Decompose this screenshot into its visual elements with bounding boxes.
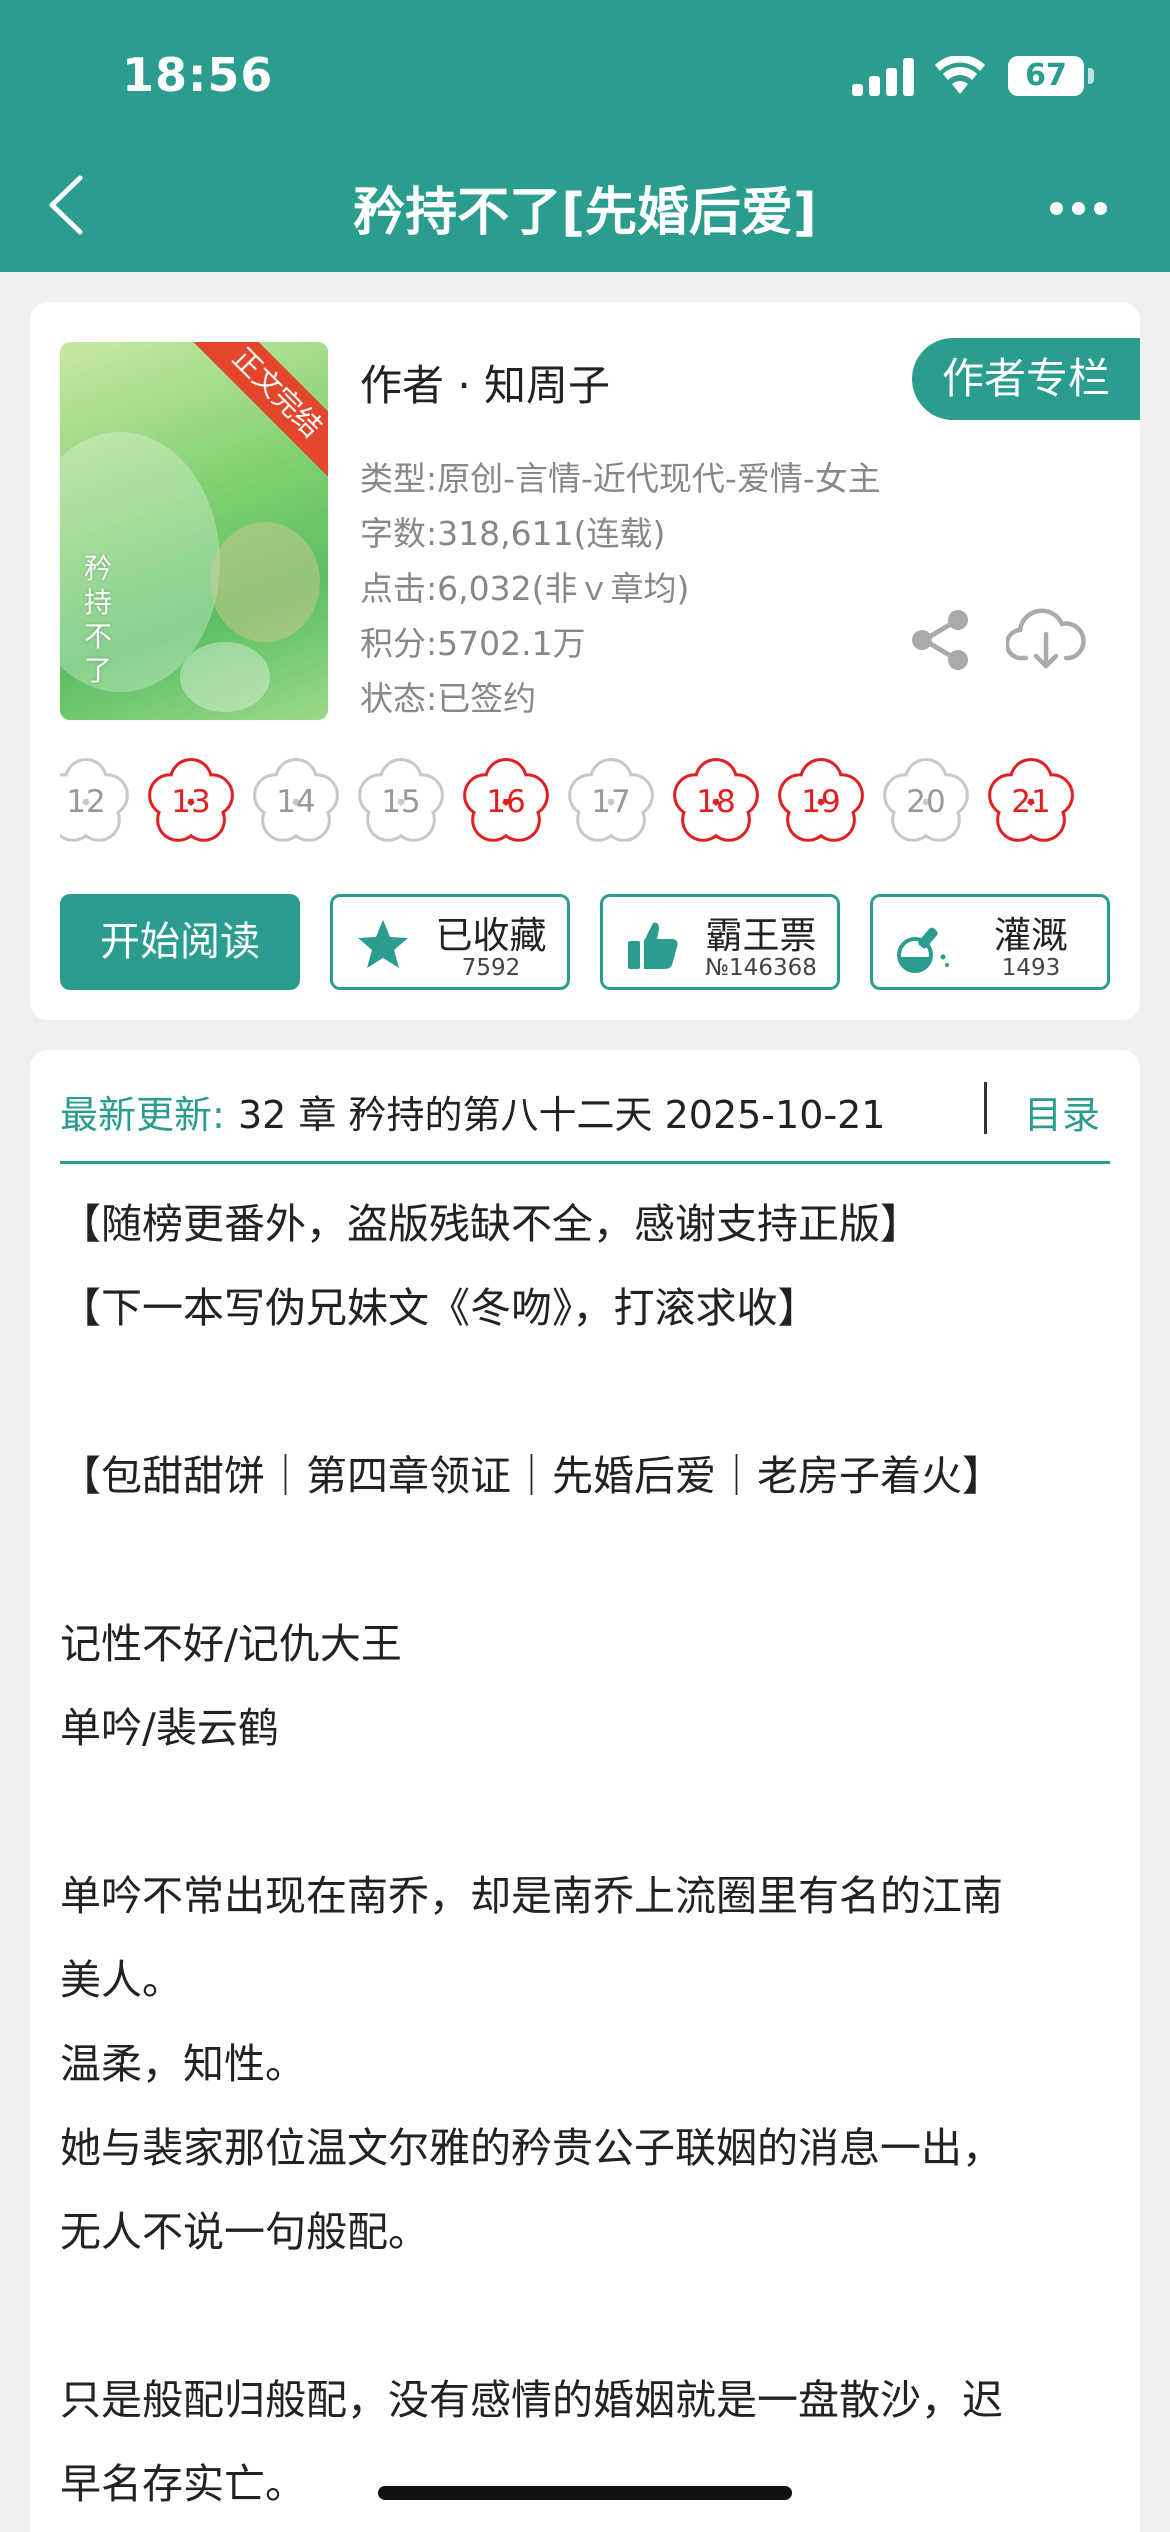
start-reading-button[interactable]: 开始阅读 [60,894,300,990]
flower-13[interactable]: 13 [145,756,237,848]
flower-number: 15 [381,784,421,820]
status-time: 18:56 [122,48,274,102]
flower-15[interactable]: 15 [355,756,447,848]
flower-number: 12 [66,784,106,820]
intro-line: 记性不好/记仇大王 [60,1620,402,1668]
book-cover[interactable]: 正文完结 矜持不了 [60,342,328,720]
flower-number: 14 [276,784,316,820]
cellular-signal-icon [852,58,916,96]
flower-number: 13 [171,784,211,820]
intro-line: 温柔，知性。 [60,2040,306,2088]
meta-word-count: 字数:318,611(连载) [360,514,666,553]
collect-label: 已收藏 [435,914,547,957]
vote-count: №146368 [705,955,817,981]
back-icon[interactable] [40,170,100,240]
flower-number: 18 [696,784,736,820]
author-name[interactable]: 作者 · 知周子 [360,352,610,413]
flower-number: 16 [486,784,526,820]
intro-line: 单吟不常出现在南乔，却是南乔上流圈里有名的江南 [60,1872,1003,1920]
table-of-contents-link[interactable]: 目录 [1024,1084,1100,1139]
collect-count: 7592 [461,955,521,981]
intro-line: 【下一本写伪兄妹文《冬吻》，打滚求收】 [60,1284,819,1332]
content-card: 最新更新: 32 章 矜持的第八十二天 2025-10-21 目录 【随榜更番外… [30,1050,1140,2532]
author-column-button[interactable]: 作者专栏 [912,338,1140,420]
collect-button[interactable]: 已收藏 7592 [330,894,570,990]
flower-number: 19 [801,784,841,820]
intro-line: 美人。 [60,1956,183,2004]
intro-line: 早名存实亡。 [60,2460,306,2508]
meta-clicks: 点击:6,032(非ｖ章均) [360,569,690,608]
latest-chapter-link[interactable]: 32 章 矜持的第八十二天 2025-10-21 [238,1084,974,1139]
intro-line: 【包甜甜饼｜第四章领证｜先婚后爱｜老房子着火】 [60,1452,1003,1500]
battery-tip [1088,68,1094,84]
wifi-icon [935,56,985,94]
water-count: 1493 [1001,955,1061,981]
page-title: 矜持不了[先婚后爱] [353,183,817,243]
cover-title: 矜持不了 [84,552,113,687]
meta-score: 积分:5702.1万 [360,624,586,663]
home-indicator [378,2486,792,2500]
flower-20[interactable]: 20 [880,756,972,848]
flower-19[interactable]: 19 [775,756,867,848]
latest-update-label: 最新更新: [60,1093,225,1137]
star-icon [358,920,408,968]
flower-rating-row[interactable]: 12 13 14 15 16 17 18 19 20 21 [60,756,1120,852]
flower-12[interactable]: 12 [60,756,132,848]
intro-line: 无人不说一句般配。 [60,2208,429,2256]
water-label: 灌溉 [994,914,1068,957]
flower-18[interactable]: 18 [670,756,762,848]
intro-line: 【随榜更番外，盗版残缺不全，感谢支持正版】 [60,1200,921,1248]
intro-line: 她与裴家那位温文尔雅的矜贵公子联姻的消息一出， [60,2124,1003,2172]
divider-line [60,1161,1110,1164]
flower-17[interactable]: 17 [565,756,657,848]
flower-16[interactable]: 16 [460,756,552,848]
intro-line: 只是般配归般配，没有感情的婚姻就是一盘散沙，迟 [60,2376,1003,2424]
divider [984,1082,987,1134]
share-icon[interactable] [910,610,972,670]
download-icon[interactable] [1006,602,1086,674]
flower-number: 21 [1011,784,1051,820]
flower-number: 20 [906,784,946,820]
cover-ribbon: 正文完结 [193,342,328,477]
battery-icon: 67 [1008,56,1084,96]
more-icon[interactable] [1050,196,1110,220]
top-bar: 18:56 67 矜持不了[先婚后爱] [0,0,1170,272]
meta-genre: 类型:原创-言情-近代现代-爱情-女主 [360,459,881,498]
watering-flask-icon [897,927,949,973]
meta-status: 状态:已签约 [360,679,537,718]
vote-button[interactable]: 霸王票 №146368 [600,894,840,990]
flower-21[interactable]: 21 [985,756,1077,848]
book-info-card: 正文完结 矜持不了 作者 · 知周子 作者专栏 类型:原创-言情-近代现代-爱情… [30,302,1140,1020]
thumbs-up-icon [628,922,678,969]
flower-14[interactable]: 14 [250,756,342,848]
vote-label: 霸王票 [705,914,817,957]
intro-line: 单吟/裴云鹤 [60,1704,279,1752]
water-button[interactable]: 灌溉 1493 [870,894,1110,990]
flower-number: 17 [591,784,631,820]
